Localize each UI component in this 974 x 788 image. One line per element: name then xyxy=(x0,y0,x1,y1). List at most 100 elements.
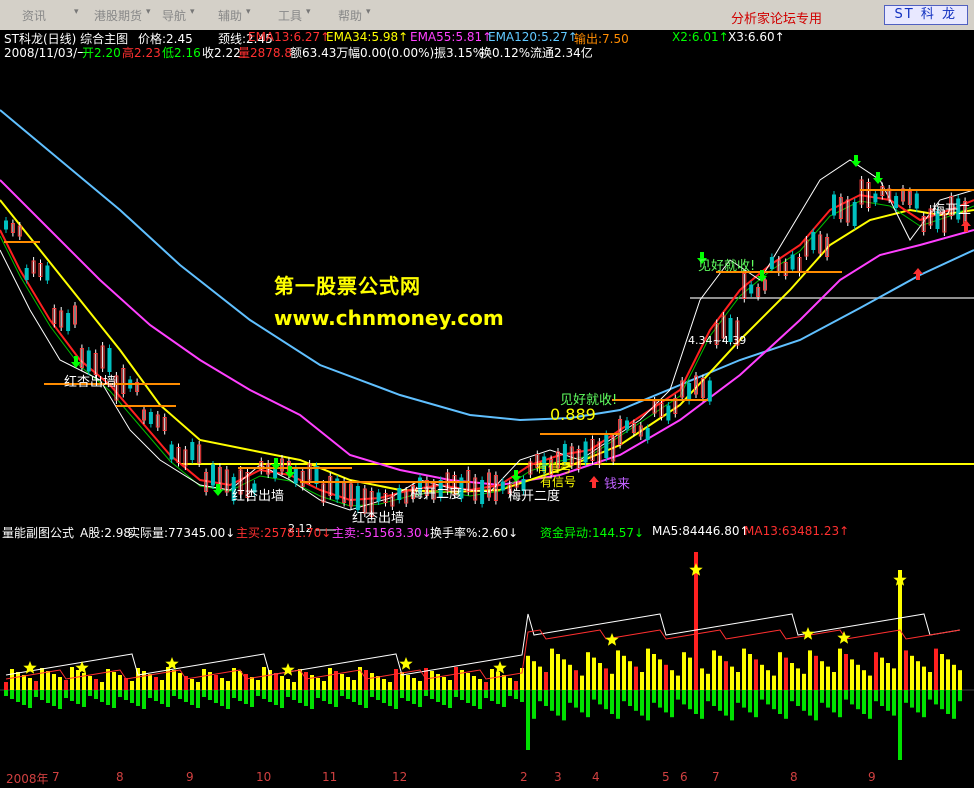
hdr3-field: 主卖:-51563.30↓ xyxy=(332,526,432,540)
volume-bar xyxy=(454,667,458,690)
volume-bar-negative xyxy=(166,690,170,707)
volume-bar xyxy=(250,677,254,690)
x-axis-tick-label: 6 xyxy=(680,770,688,784)
candle-body xyxy=(749,284,754,294)
star-icon xyxy=(493,661,507,674)
volume-bar-negative xyxy=(742,690,746,708)
volume-bar-negative xyxy=(202,690,206,697)
volume-bar-negative xyxy=(196,690,200,708)
volume-bar-negative xyxy=(304,690,308,706)
volume-bar xyxy=(202,669,206,690)
volume-bar xyxy=(292,682,296,690)
volume-bar xyxy=(394,669,398,690)
volume-bar-negative xyxy=(382,690,386,703)
candle-body xyxy=(769,257,774,269)
x-axis-tick-label: 11 xyxy=(322,770,338,784)
volume-bar xyxy=(58,677,62,690)
volume-bar-negative xyxy=(658,690,662,708)
volume-bar xyxy=(580,675,584,690)
volume-bar-negative xyxy=(490,690,494,701)
volume-bar xyxy=(604,668,608,690)
volume-chart[interactable] xyxy=(0,540,974,768)
volume-bar xyxy=(286,679,290,690)
candle-body xyxy=(211,464,215,486)
volume-bar-negative xyxy=(634,690,638,711)
volume-bar-negative xyxy=(412,690,416,704)
menu-item-assist[interactable]: 辅助 xyxy=(218,7,242,24)
volume-bar-negative xyxy=(760,690,764,700)
volume-bar-negative xyxy=(736,690,740,703)
volume-bar-negative xyxy=(958,690,962,702)
volume-bar-negative xyxy=(274,690,278,705)
volume-bar-negative xyxy=(208,690,212,700)
x-axis-tick-label: 7 xyxy=(52,770,60,784)
volume-bar-negative xyxy=(688,690,692,710)
volume-bar-negative xyxy=(46,690,50,703)
candle-body xyxy=(625,420,629,430)
volume-bar-negative xyxy=(40,690,44,700)
volume-bar-negative xyxy=(652,690,656,703)
x-axis-tick-label: 10 xyxy=(256,770,272,784)
candle-body xyxy=(45,265,50,281)
volume-bar xyxy=(328,668,332,690)
volume-bar xyxy=(742,648,746,690)
volume-bar-negative xyxy=(148,690,152,698)
stock-code-box[interactable]: ST 科 龙 xyxy=(883,5,968,25)
volume-bar-negative xyxy=(850,690,854,705)
menu-item-tools[interactable]: 工具 xyxy=(278,7,302,24)
volume-bar xyxy=(226,681,230,690)
volume-bar xyxy=(52,674,56,690)
volume-bar xyxy=(586,652,590,690)
volume-bar-negative xyxy=(784,690,788,719)
volume-bar-negative xyxy=(544,690,548,706)
main-price-chart[interactable]: 红杏出墙红杏出墙红杏出墙梅开二度 梅开二度梅开二见好就收!见好就收!有信号有信号钱… xyxy=(0,60,974,540)
volume-bar-negative xyxy=(70,690,74,701)
volume-bar xyxy=(850,659,854,690)
volume-bar-negative xyxy=(472,690,476,706)
volume-bar xyxy=(88,676,92,690)
volume-bar xyxy=(712,650,716,690)
volume-bar-negative xyxy=(814,690,818,721)
volume-bar xyxy=(316,678,320,690)
volume-bar xyxy=(22,675,26,690)
chart-panel: ST科龙(日线) 综合主图 价格:2.45 颈线:2.45 EMA13:6.27↑ EM… xyxy=(0,30,974,788)
volume-bar xyxy=(478,679,482,690)
volume-bar-negative xyxy=(922,690,926,718)
menu-item-news[interactable]: 资讯 xyxy=(22,7,46,24)
menu-item-help[interactable]: 帮助 xyxy=(338,7,362,24)
volume-bar-negative xyxy=(448,690,452,708)
volume-bar xyxy=(928,672,932,690)
volume-bar-negative xyxy=(766,690,770,705)
annotation-qianlai: 钱来 xyxy=(604,477,630,492)
hdr2-field: 2008/11/03/一 xyxy=(4,46,90,60)
menu-item-navigation[interactable]: 导航 xyxy=(162,7,186,24)
volume-bar-negative xyxy=(706,690,710,702)
hdr1-field: X3:6.60↑ xyxy=(728,30,785,44)
x-axis-tick-label: 12 xyxy=(392,770,408,784)
volume-bar-negative xyxy=(526,690,530,750)
volume-bar xyxy=(256,680,260,690)
volume-bar-negative xyxy=(880,690,884,706)
volume-bar xyxy=(346,677,350,690)
volume-bar-negative xyxy=(82,690,86,707)
volume-bar xyxy=(34,681,38,690)
volume-bar xyxy=(562,659,566,690)
volume-bar xyxy=(910,655,914,690)
volume-bar-negative xyxy=(514,690,518,699)
candle-body xyxy=(562,444,567,462)
volume-bar-negative xyxy=(892,690,896,716)
candle-body xyxy=(148,412,153,424)
volume-bar xyxy=(778,652,782,690)
menu-item-hk-futures[interactable]: 港股期货 xyxy=(94,7,142,24)
annotation-signal: 有信号 xyxy=(536,461,572,475)
volume-bar-negative xyxy=(484,690,488,698)
hdr1-field: EMA55:5.81↑ xyxy=(410,30,493,44)
volume-bar xyxy=(952,664,956,690)
volume-bar xyxy=(598,663,602,690)
ema120-line xyxy=(0,109,974,422)
volume-bar-negative xyxy=(628,690,632,706)
volume-bar-negative xyxy=(820,690,824,703)
volume-bar xyxy=(472,676,476,690)
volume-bar xyxy=(568,664,572,690)
volume-bar xyxy=(754,659,758,690)
